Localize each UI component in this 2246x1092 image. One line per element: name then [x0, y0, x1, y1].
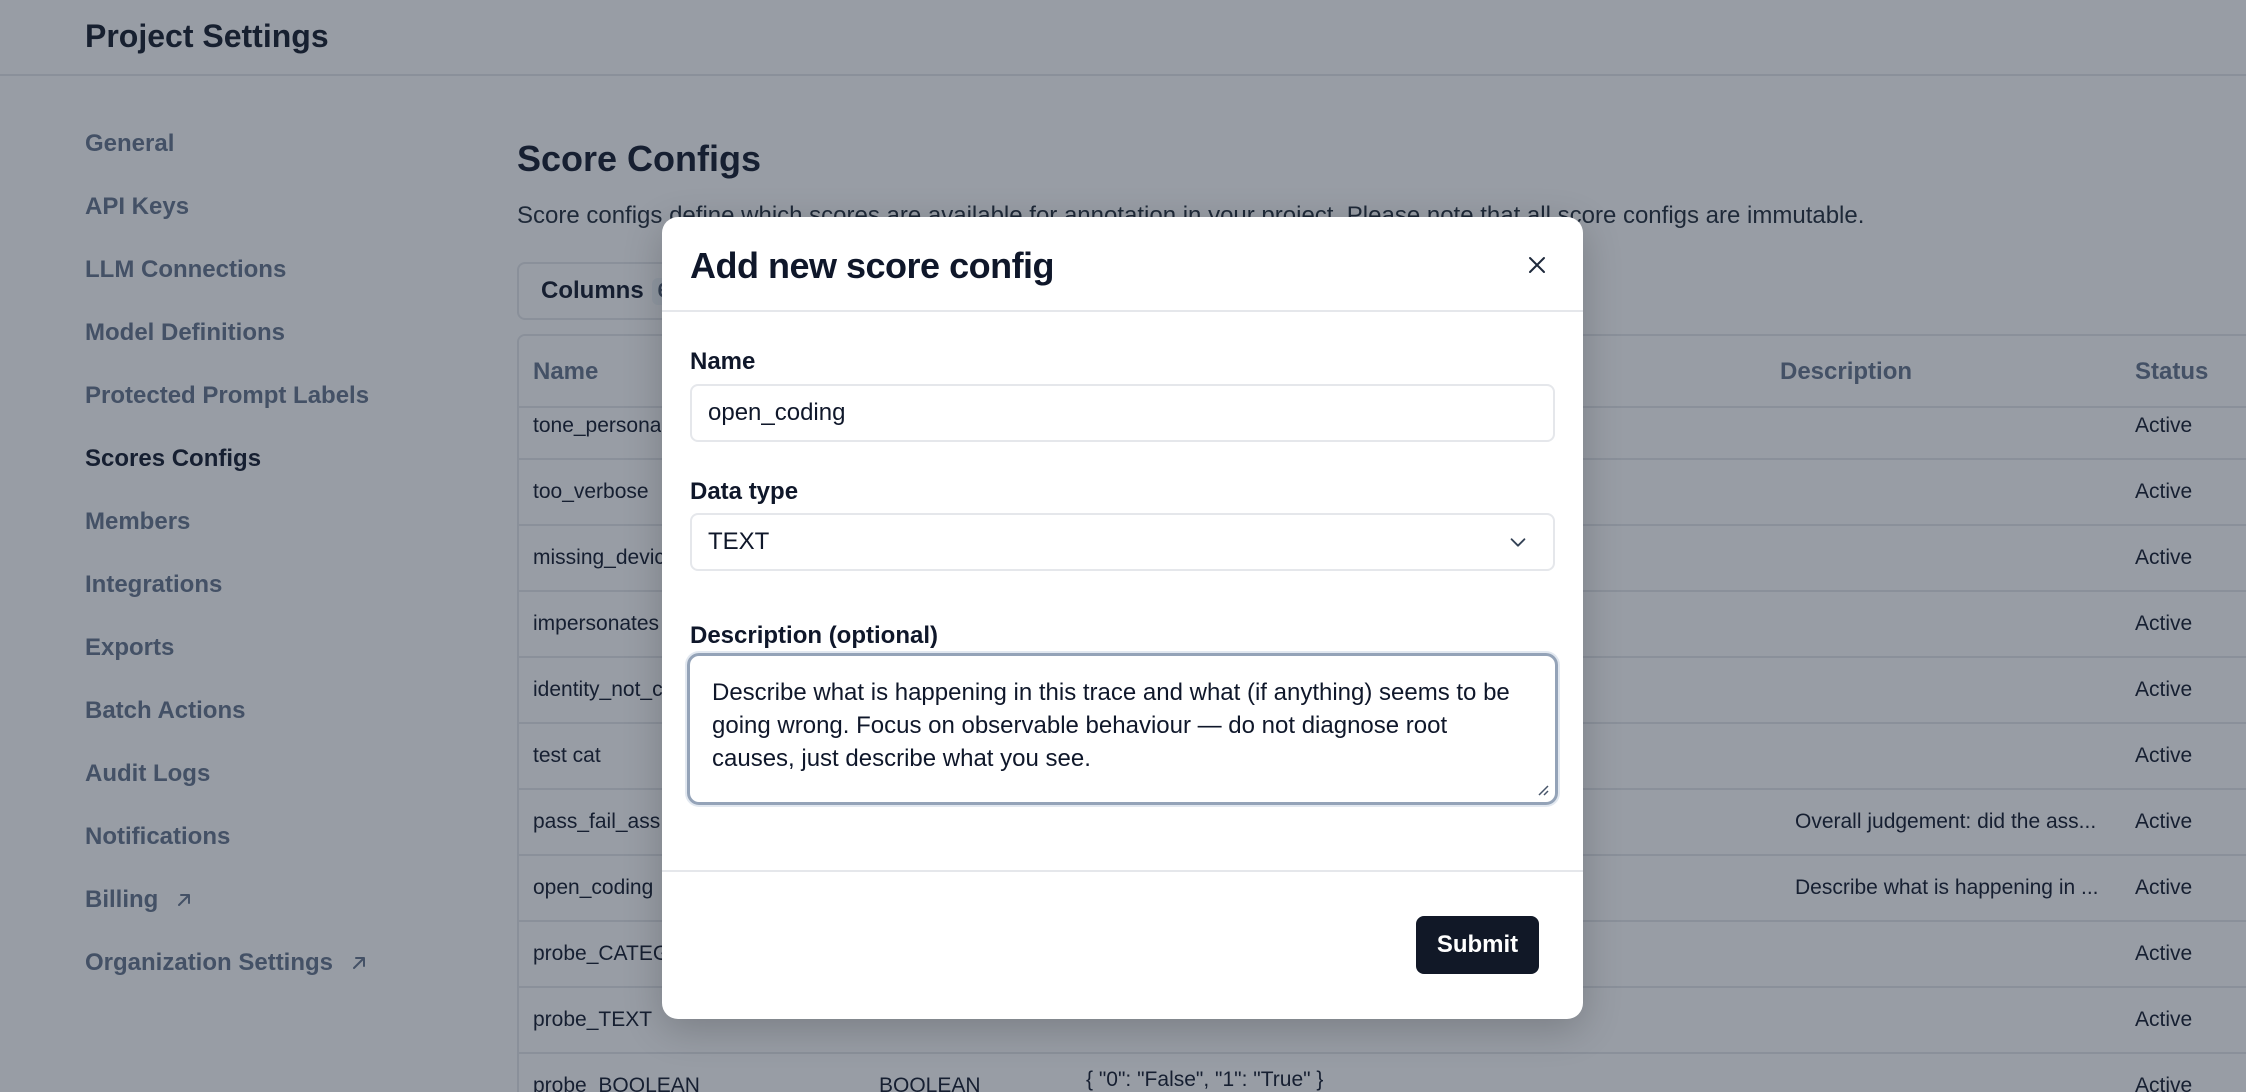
data-type-select[interactable]: TEXT — [690, 513, 1555, 571]
description-textarea-value: Describe what is happening in this trace… — [712, 679, 1510, 772]
name-input[interactable]: open_coding — [690, 384, 1555, 442]
resize-handle-icon[interactable] — [1535, 782, 1549, 796]
chevron-down-icon — [1510, 538, 1526, 547]
add-score-config-dialog: Add new score config Name open_coding Da… — [662, 217, 1583, 1019]
description-label: Description (optional) — [690, 622, 938, 649]
name-label: Name — [690, 348, 756, 375]
data-type-value: TEXT — [708, 528, 770, 555]
close-button[interactable] — [1521, 249, 1553, 281]
submit-button[interactable]: Submit — [1416, 916, 1539, 974]
name-input-value: open_coding — [708, 399, 846, 426]
data-type-label: Data type — [690, 478, 799, 505]
dialog-footer: Submit — [662, 870, 1583, 1019]
description-textarea[interactable]: Describe what is happening in this trace… — [687, 653, 1558, 805]
dialog-header: Add new score config — [662, 217, 1583, 312]
close-icon — [1529, 257, 1545, 273]
dialog-title: Add new score config — [690, 245, 1055, 286]
